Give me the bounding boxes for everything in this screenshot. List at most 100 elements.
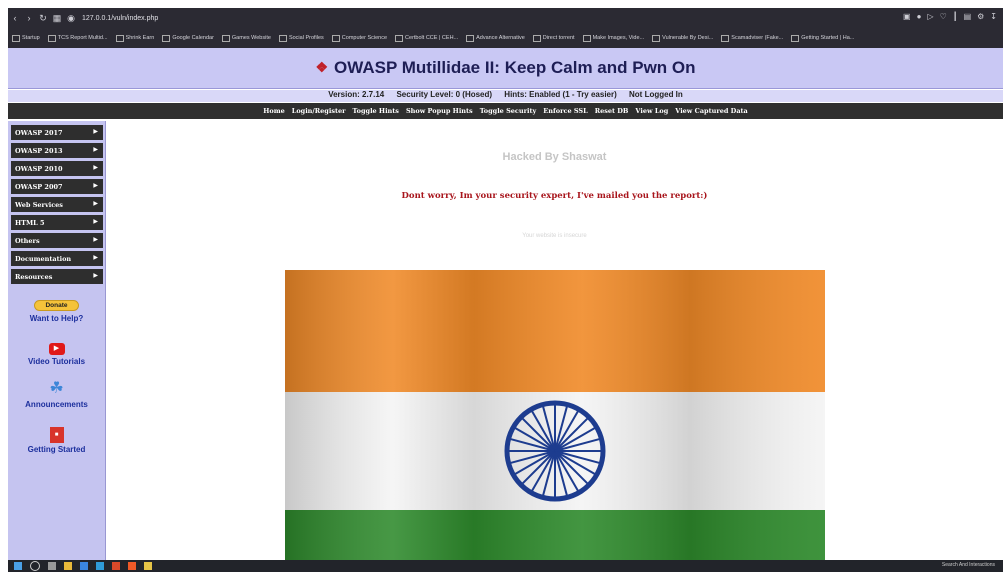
wallet-icon[interactable]: ▤ [964, 12, 972, 21]
grid-icon[interactable]: ▦ [50, 13, 64, 24]
ant-logo-icon: ❖ [315, 59, 329, 75]
chevron-right-icon: ▶ [93, 200, 98, 207]
chevron-right-icon: ▶ [93, 272, 98, 279]
task-view-icon[interactable] [48, 562, 56, 570]
menu-item[interactable]: Toggle Hints [353, 107, 399, 115]
bookmark-item[interactable]: Computer Science [331, 34, 388, 42]
sidebar-item[interactable]: OWASP 2013 ▶ [11, 143, 103, 158]
heart-icon[interactable]: ♡ [940, 12, 947, 21]
sidebar-item-label: Others [15, 236, 40, 245]
site-header: ❖ OWASP Mutillidae II: Keep Calm and Pwn … [8, 48, 1003, 89]
donate-button[interactable]: Donate [34, 300, 79, 311]
menu-item[interactable]: Reset DB [595, 107, 629, 115]
menu-item[interactable]: Login/Register [292, 107, 346, 115]
flag-svg [285, 270, 825, 560]
folder-icon [331, 34, 340, 42]
sidebar-item[interactable]: OWASP 2007 ▶ [11, 179, 103, 194]
folder-icon [221, 34, 230, 42]
want-help-link[interactable]: Want to Help? [8, 314, 105, 323]
chevron-right-icon: ▶ [93, 146, 98, 153]
taskbar: Search And Interactions [8, 560, 1003, 572]
menu-item[interactable]: Enforce SSL [543, 107, 587, 115]
video-tutorials-link[interactable]: ▶ Video Tutorials [8, 337, 105, 366]
bookmark-item[interactable]: Scamadviser (Fake... [721, 34, 783, 42]
chevron-right-icon: ▶ [93, 236, 98, 243]
getting-started-label: Getting Started [27, 445, 86, 454]
bookmark-item[interactable]: TCS Report Multid... [47, 34, 108, 42]
bookmark-item[interactable]: Startup [12, 34, 40, 42]
sidebar-item-label: Web Services [15, 200, 63, 209]
folder-icon [115, 34, 124, 42]
browser-window: ‹ › ↻ ▦ ◉ 127.0.0.1/vuln/index.php ▣ ● ▷… [8, 8, 1003, 572]
forward-icon[interactable]: › [22, 13, 36, 23]
store-icon[interactable] [80, 562, 88, 570]
system-tray: Search And Interactions [941, 562, 995, 568]
bookmark-label: Make Images, Vide... [592, 35, 645, 41]
download-icon[interactable]: ↧ [990, 12, 997, 21]
edge-icon[interactable] [96, 562, 104, 570]
bookmark-item[interactable]: Make Images, Vide... [582, 34, 645, 42]
bookmark-item[interactable]: Social Profiles [278, 34, 324, 42]
settings-icon[interactable]: ⚙ [977, 12, 984, 21]
main-content: Hacked By Shaswat Dont worry, Im your se… [106, 121, 1003, 560]
bookmark-label: Getting Started | Ha... [801, 35, 855, 41]
video-tutorials-label: Video Tutorials [27, 357, 86, 366]
bookmark-label: Vulnerable By Desi... [662, 35, 714, 41]
browser-toolbar: ‹ › ↻ ▦ ◉ 127.0.0.1/vuln/index.php ▣ ● ▷… [8, 8, 1003, 48]
menu-item[interactable]: View Log [635, 107, 668, 115]
menu-item[interactable]: Toggle Security [480, 107, 537, 115]
bookmark-item[interactable]: Direct torrent [532, 34, 575, 42]
bookmark-label: Google Calendar [172, 35, 214, 41]
sidebar-item[interactable]: Others ▶ [11, 233, 103, 248]
sidebar-icon[interactable]: ┃ [953, 12, 958, 21]
twitter-bird-icon: ☘ [49, 380, 64, 397]
bookmark-label: TCS Report Multid... [57, 35, 108, 41]
files-icon[interactable] [64, 562, 72, 570]
folder-icon [582, 34, 591, 42]
menu-item[interactable]: Home [263, 107, 285, 115]
address-bar[interactable]: 127.0.0.1/vuln/index.php [82, 15, 158, 22]
start-icon[interactable] [14, 562, 22, 570]
chevron-right-icon: ▶ [93, 128, 98, 135]
getting-started-link[interactable]: ■ Getting Started [8, 423, 105, 454]
page: ❖ OWASP Mutillidae II: Keep Calm and Pwn … [8, 48, 1003, 560]
back-icon[interactable]: ‹ [8, 13, 22, 23]
search-icon[interactable] [30, 561, 40, 571]
bookmark-item[interactable]: Games Website [221, 34, 271, 42]
sidebar-item-label: OWASP 2007 [15, 182, 63, 191]
bookmark-item[interactable]: Google Calendar [162, 34, 214, 42]
app-icon[interactable] [144, 562, 152, 570]
bookmark-label: Computer Science [341, 35, 388, 41]
extensions-icon[interactable]: ▣ [903, 12, 911, 21]
reload-icon[interactable]: ↻ [36, 13, 50, 24]
record-icon[interactable]: ● [917, 12, 922, 21]
announcements-link[interactable]: ☘ Announcements [8, 380, 105, 410]
bookmark-label: Startup [22, 35, 40, 41]
nav-row: ‹ › ↻ ▦ ◉ 127.0.0.1/vuln/index.php ▣ ● ▷… [8, 8, 1003, 28]
play-icon[interactable]: ▷ [927, 12, 933, 21]
brave-icon[interactable] [128, 562, 136, 570]
bookmark-item[interactable]: Certbolt CCE | CEH... [395, 34, 458, 42]
sidebar-item[interactable]: OWASP 2017 ▶ [11, 125, 103, 140]
bookmark-item[interactable]: Vulnerable By Desi... [652, 34, 714, 42]
bookmark-item[interactable]: Getting Started | Ha... [791, 34, 855, 42]
bookmark-item[interactable]: Shrink Earn [115, 34, 155, 42]
sidebar-item[interactable]: Documentation ▶ [11, 251, 103, 266]
folder-icon [162, 34, 171, 42]
sidebar-item[interactable]: OWASP 2010 ▶ [11, 161, 103, 176]
bookmark-label: Shrink Earn [125, 35, 155, 41]
sidebar-item-label: OWASP 2010 [15, 164, 63, 173]
office-icon[interactable] [112, 562, 120, 570]
ashoka-chakra-icon [504, 400, 606, 502]
folder-icon [652, 34, 661, 42]
sidebar-item[interactable]: Web Services ▶ [11, 197, 103, 212]
sidebar-item[interactable]: HTML 5 ▶ [11, 215, 103, 230]
bookmark-item[interactable]: Advance Alternative [466, 34, 525, 42]
menu-item[interactable]: View Captured Data [675, 107, 747, 115]
sidebar-item[interactable]: Resources ▶ [11, 269, 103, 284]
menu-item[interactable]: Show Popup Hints [406, 107, 473, 115]
donate-block: Donate Want to Help? [8, 294, 105, 323]
shield-icon: ◉ [67, 12, 75, 23]
defacement-message: Dont worry, Im your security expert, I'v… [401, 191, 708, 201]
insecure-text: Your website is insecure [522, 233, 587, 239]
